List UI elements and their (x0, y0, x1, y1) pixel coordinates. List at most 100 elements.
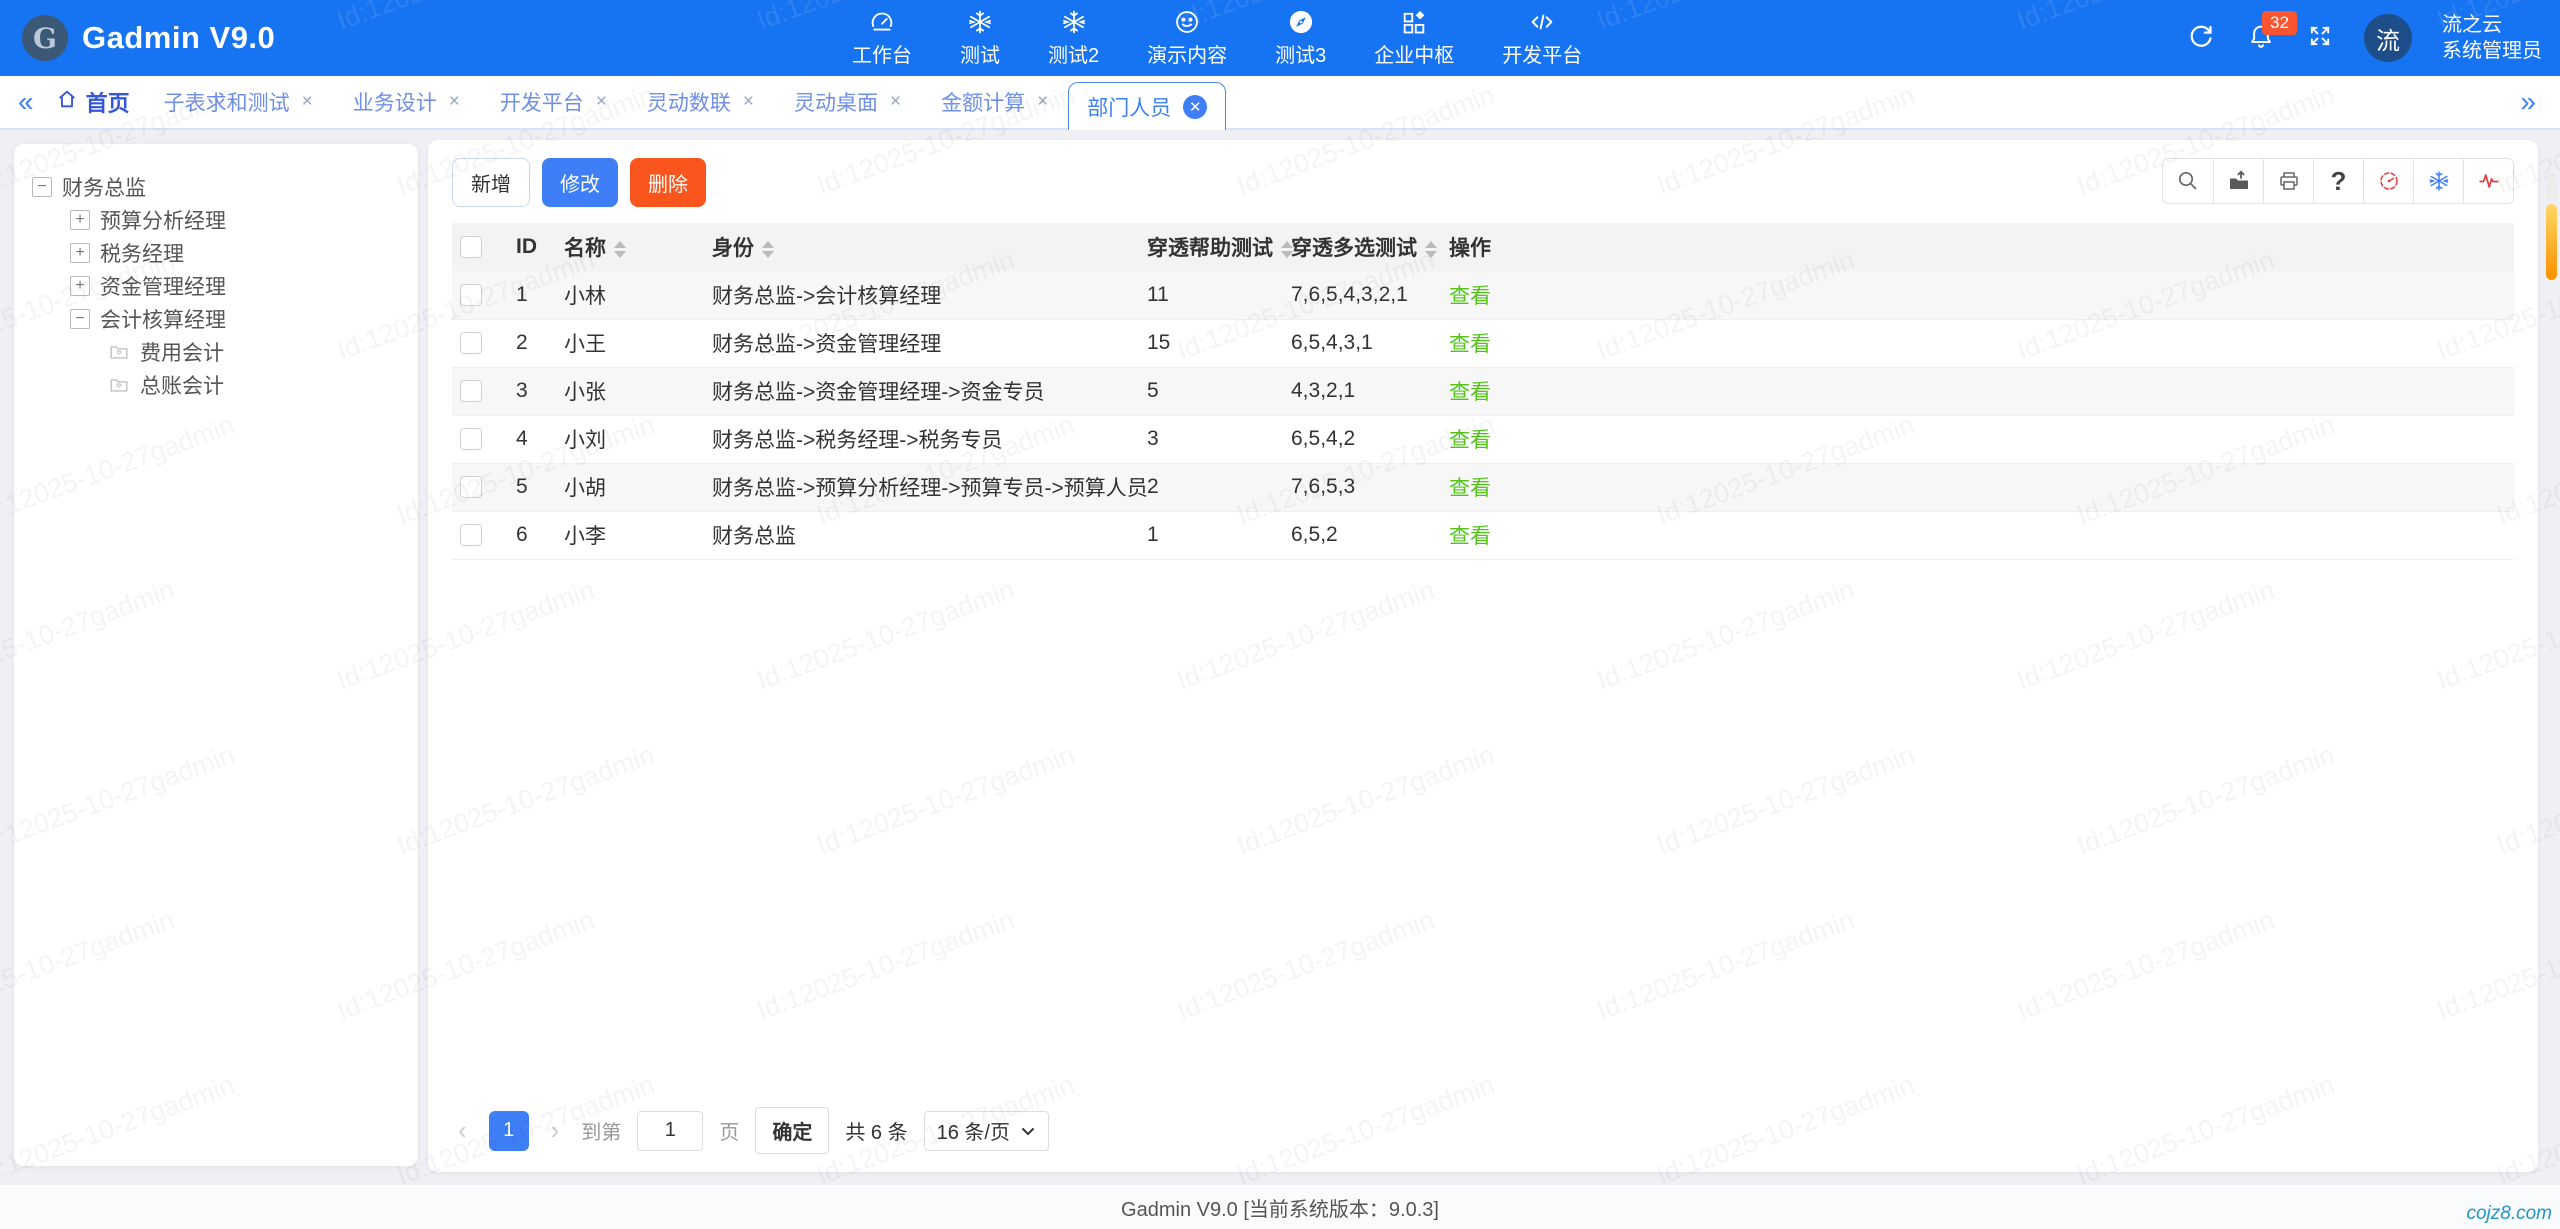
cell-multi-test: 7,6,5,3 (1283, 463, 1441, 511)
view-link[interactable]: 查看 (1449, 477, 1491, 500)
nav-item-workbench[interactable]: 工作台 (852, 8, 912, 68)
nav-item-enterprise-hub[interactable]: 企业中枢 (1374, 8, 1454, 68)
page-number-button[interactable]: 1 (489, 1111, 529, 1151)
tab-item[interactable]: 开发平台 × (480, 87, 627, 117)
tree-node[interactable]: + 预算分析经理 (70, 203, 400, 236)
search-icon[interactable] (2163, 159, 2213, 203)
delete-button[interactable]: 删除 (630, 158, 706, 207)
app-screen: Id:12025-10-27gadminId:12025-10-27gadmin… (0, 0, 2560, 1229)
tree-node-label: 资金管理经理 (100, 271, 226, 301)
gauge-icon (868, 8, 896, 36)
next-page-icon[interactable]: › (545, 1115, 566, 1146)
fullscreen-icon[interactable] (2306, 22, 2334, 55)
collapse-icon[interactable]: − (32, 177, 52, 197)
cell-identity: 财务总监->资金管理经理 (704, 319, 1139, 367)
refresh-icon[interactable] (2186, 21, 2216, 56)
tab-home[interactable]: 首页 (56, 86, 130, 118)
col-multi-test[interactable]: 穿透多选测试 (1283, 223, 1441, 271)
smiley-icon (1173, 8, 1201, 36)
snowflake-icon (966, 8, 994, 36)
avatar[interactable]: 流 (2364, 14, 2412, 62)
tab-close-icon[interactable]: × (1037, 91, 1048, 113)
cell-help-test: 1 (1139, 511, 1283, 559)
tab-item[interactable]: 金额计算× (921, 87, 1068, 117)
row-checkbox[interactable] (460, 284, 482, 306)
export-icon[interactable] (2213, 159, 2263, 203)
help-icon[interactable]: ? (2313, 159, 2363, 203)
tab-item[interactable]: 子表求和测试× (144, 87, 333, 117)
collapse-icon[interactable]: − (70, 309, 90, 329)
snowflake-icon[interactable] (2413, 159, 2463, 203)
tab-close-icon[interactable]: × (449, 91, 460, 113)
nav-item-test2[interactable]: 测试2 (1048, 8, 1099, 68)
tab-label: 开发平台 (500, 87, 584, 117)
nav-item-test[interactable]: 测试 (960, 8, 1000, 68)
notifications-bell-icon[interactable]: 32 (2246, 21, 2276, 56)
tab-close-icon[interactable]: × (890, 91, 901, 113)
nav-item-dev-platform[interactable]: 开发平台 (1502, 8, 1582, 68)
view-link[interactable]: 查看 (1449, 429, 1491, 452)
tree-node[interactable]: + 税务经理 (70, 236, 400, 269)
col-identity[interactable]: 身份 (704, 223, 1139, 271)
tree-node[interactable]: − 会计核算经理 (70, 302, 400, 335)
view-link[interactable]: 查看 (1449, 525, 1491, 548)
print-icon[interactable] (2263, 159, 2313, 203)
view-link[interactable]: 查看 (1449, 381, 1491, 404)
cell-identity: 财务总监->资金管理经理->资金专员 (704, 367, 1139, 415)
cell-name: 小李 (556, 511, 704, 559)
view-link[interactable]: 查看 (1449, 333, 1491, 356)
cell-identity: 财务总监->预算分析经理->预算专员->预算人员 (704, 463, 1139, 511)
tabs-scroll-right-icon[interactable]: » (2502, 88, 2554, 116)
confirm-button[interactable]: 确定 (755, 1107, 829, 1154)
page-size-select[interactable]: 16 条/页 (924, 1111, 1049, 1151)
add-button[interactable]: 新增 (452, 158, 530, 207)
table-row: 3 小张 财务总监->资金管理经理->资金专员 5 4,3,2,1 查看 (452, 367, 2514, 415)
expand-icon[interactable]: + (70, 276, 90, 296)
tree-node-label: 预算分析经理 (100, 205, 226, 235)
nav-item-test3[interactable]: 测试3 (1275, 8, 1326, 68)
tab-item[interactable]: 灵动数联× (627, 87, 774, 117)
expand-icon[interactable]: + (70, 210, 90, 230)
tree-leaf[interactable]: 费用会计 (108, 335, 400, 368)
tab-close-icon[interactable]: × (743, 91, 754, 113)
row-checkbox[interactable] (460, 476, 482, 498)
scrollbar-thumb[interactable] (2546, 204, 2557, 280)
department-table: ID 名称 身份 穿透帮助测试 穿透多选测试 操作 1 小林 财务总监->会计核… (452, 223, 2514, 560)
meter-icon[interactable] (2363, 159, 2413, 203)
goto-page-input[interactable] (637, 1111, 703, 1151)
row-checkbox[interactable] (460, 332, 482, 354)
cell-name: 小王 (556, 319, 704, 367)
select-all-checkbox[interactable] (460, 236, 482, 258)
tree-node-root[interactable]: − 财务总监 (32, 170, 400, 203)
row-checkbox[interactable] (460, 428, 482, 450)
edit-button[interactable]: 修改 (542, 158, 618, 207)
nav-item-demo-content[interactable]: 演示内容 (1147, 8, 1227, 68)
top-nav: 工作台 测试 测试2 (852, 0, 1582, 76)
nav-label: 演示内容 (1147, 39, 1227, 68)
tree-node[interactable]: + 资金管理经理 (70, 269, 400, 302)
tab-item[interactable]: 业务设计× (333, 87, 480, 117)
corner-watermark: cojz8.com (2466, 1203, 2552, 1225)
page-size-value: 16 条/页 (937, 1116, 1010, 1145)
topbar-right: 32 流 流之云 系统管理员 (2186, 0, 2542, 76)
tab-item-active[interactable]: 部门人员✕ (1068, 82, 1226, 130)
tab-close-icon[interactable]: ✕ (1183, 95, 1207, 119)
cell-multi-test: 6,5,2 (1283, 511, 1441, 559)
row-checkbox[interactable] (460, 380, 482, 402)
table-row: 4 小刘 财务总监->税务经理->税务专员 3 6,5,4,2 查看 (452, 415, 2514, 463)
col-id[interactable]: ID (508, 223, 556, 271)
col-name[interactable]: 名称 (556, 223, 704, 271)
tab-item[interactable]: 灵动桌面× (774, 87, 921, 117)
user-info[interactable]: 流之云 系统管理员 (2442, 12, 2542, 64)
expand-icon[interactable]: + (70, 243, 90, 263)
row-checkbox[interactable] (460, 524, 482, 546)
tab-close-icon[interactable]: × (596, 91, 607, 113)
tabs-scroll-left-icon[interactable]: « (0, 88, 52, 116)
col-help-test[interactable]: 穿透帮助测试 (1139, 223, 1283, 271)
prev-page-icon[interactable]: ‹ (452, 1115, 473, 1146)
pulse-icon[interactable] (2463, 159, 2513, 203)
tab-close-icon[interactable]: × (302, 91, 313, 113)
tree-leaf[interactable]: 总账会计 (108, 368, 400, 401)
view-link[interactable]: 查看 (1449, 285, 1491, 308)
cell-multi-test: 7,6,5,4,3,2,1 (1283, 271, 1441, 319)
